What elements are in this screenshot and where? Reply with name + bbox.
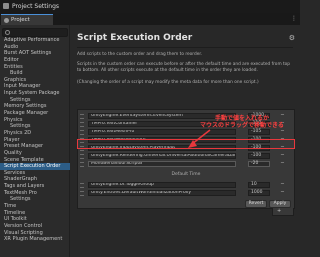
window-titlebar: Project Settings <box>0 0 300 13</box>
sidebar-item[interactable]: Audio <box>0 44 70 51</box>
description-2: Scripts in the custom order can execute … <box>77 62 291 73</box>
execution-order-input[interactable]: -100 <box>248 153 270 159</box>
script-name: TMPro.TextMeshPro <box>88 129 236 135</box>
sidebar-item[interactable]: ShaderGraph <box>0 176 70 183</box>
drag-handle-icon[interactable] <box>80 162 84 167</box>
script-row[interactable]: MonoBehaviourScriptB -20 − <box>78 160 294 168</box>
drag-handle-icon[interactable] <box>80 183 84 188</box>
window-title: Project Settings <box>12 3 60 10</box>
annotation-text: 手動で値を入れるか マウスのドラッグで移動できる <box>200 115 284 129</box>
sidebar-item[interactable]: Timeline <box>0 210 70 217</box>
description-1: Add scripts to the custom order and drag… <box>77 52 203 57</box>
sidebar-item[interactable]: Version Control <box>0 223 70 230</box>
sidebar-item[interactable]: Visual Scripting <box>0 230 70 237</box>
title-divider <box>77 47 293 48</box>
sidebar-item[interactable]: Adaptive Performance <box>0 37 70 44</box>
script-row[interactable]: UnityEngine.Rendering.Universal.Universa… <box>78 152 294 160</box>
sidebar-item[interactable]: Quality <box>0 150 70 157</box>
sidebar-item[interactable]: Physics <box>0 117 70 124</box>
sidebar-item[interactable]: Services <box>0 170 70 177</box>
revert-button[interactable]: Revert <box>245 200 267 208</box>
remove-script-button[interactable]: − <box>278 189 287 196</box>
sidebar-item[interactable]: Settings <box>0 97 70 104</box>
script-row[interactable]: UnityEngine.UI.ToggleGroup 10 − <box>78 181 294 189</box>
execution-order-input[interactable]: 1000 <box>248 190 270 196</box>
execution-order-input[interactable]: 10 <box>248 182 270 188</box>
gear-icon[interactable]: ⚙ <box>289 34 295 42</box>
script-name: Unity.Entities.DefaultWorldInitializatio… <box>88 190 236 196</box>
settings-tab-icon <box>4 18 9 23</box>
remove-script-button[interactable]: − <box>278 160 287 167</box>
tab-project-settings[interactable]: Project Settings <box>1 14 53 33</box>
list-footer: + <box>272 208 294 216</box>
execution-order-input[interactable]: -20 <box>248 161 270 167</box>
highlight-box <box>77 139 295 149</box>
sidebar-item[interactable]: UI Toolkit <box>0 216 70 223</box>
drag-handle-icon[interactable] <box>80 154 84 159</box>
sidebar-item[interactable]: Editor <box>0 57 70 64</box>
script-name: UnityEngine.UI.ToggleGroup <box>88 182 236 188</box>
unity-window-icon <box>3 3 9 9</box>
annotation-line-2: マウスのドラッグで移動できる <box>200 122 284 130</box>
drag-handle-icon[interactable] <box>80 122 84 127</box>
execution-order-input[interactable]: -105 <box>248 129 270 135</box>
remove-script-button[interactable]: − <box>278 128 287 135</box>
more-options-icon[interactable]: ⋮ <box>291 15 297 23</box>
sidebar-item[interactable]: Memory Settings <box>0 103 70 110</box>
remove-script-button[interactable]: − <box>278 152 287 159</box>
sidebar-item[interactable]: Input Manager <box>0 83 70 90</box>
sidebar-item[interactable]: Script Execution Order <box>0 163 70 170</box>
sidebar-item[interactable]: Tags and Layers <box>0 183 70 190</box>
search-input[interactable] <box>2 28 68 37</box>
remove-script-button[interactable]: − <box>278 181 287 188</box>
sidebar-item[interactable]: Scene Template <box>0 157 70 164</box>
sidebar-item[interactable]: Graphics <box>0 77 70 84</box>
script-name: MonoBehaviourScriptB <box>88 161 236 167</box>
sidebar-item[interactable]: Player <box>0 137 70 144</box>
description-3: (Changing the order of a script may modi… <box>77 80 259 85</box>
sidebar-item[interactable]: XR Plugin Management <box>0 236 70 243</box>
sidebar-item[interactable]: Physics 2D <box>0 130 70 137</box>
sidebar-item[interactable]: Time <box>0 203 70 210</box>
sidebar-item[interactable]: Preset Manager <box>0 143 70 150</box>
script-row[interactable]: Unity.Entities.DefaultWorldInitializatio… <box>78 189 294 197</box>
tab-bar: Project Settings ⋮ <box>0 13 300 33</box>
drag-handle-icon[interactable] <box>80 191 84 196</box>
add-script-button[interactable]: + <box>277 208 281 215</box>
sidebar-item[interactable]: Entities <box>0 64 70 71</box>
page-title: Script Execution Order <box>77 33 193 43</box>
sidebar-item[interactable]: Settings <box>0 123 70 130</box>
script-name: UnityEngine.Rendering.Universal.Universa… <box>88 153 236 159</box>
drag-handle-icon[interactable] <box>80 114 84 119</box>
settings-category-list: Adaptive Performance Audio Burst AOT Setti… <box>0 37 70 243</box>
sidebar-item[interactable]: Package Manager <box>0 110 70 117</box>
search-icon <box>5 30 10 35</box>
apply-button[interactable]: Apply <box>269 200 291 208</box>
sidebar-item[interactable]: Burst AOT Settings <box>0 50 70 57</box>
default-time-label: Default Time <box>171 172 201 177</box>
sidebar-item[interactable]: Settings <box>0 196 70 203</box>
sidebar-item[interactable]: TextMesh Pro <box>0 190 70 197</box>
sidebar-item[interactable]: Input System Package <box>0 90 70 97</box>
sidebar-item[interactable]: Build <box>0 70 70 77</box>
drag-handle-icon[interactable] <box>80 130 84 135</box>
settings-sidebar: Adaptive Performance Audio Burst AOT Setti… <box>0 25 70 257</box>
